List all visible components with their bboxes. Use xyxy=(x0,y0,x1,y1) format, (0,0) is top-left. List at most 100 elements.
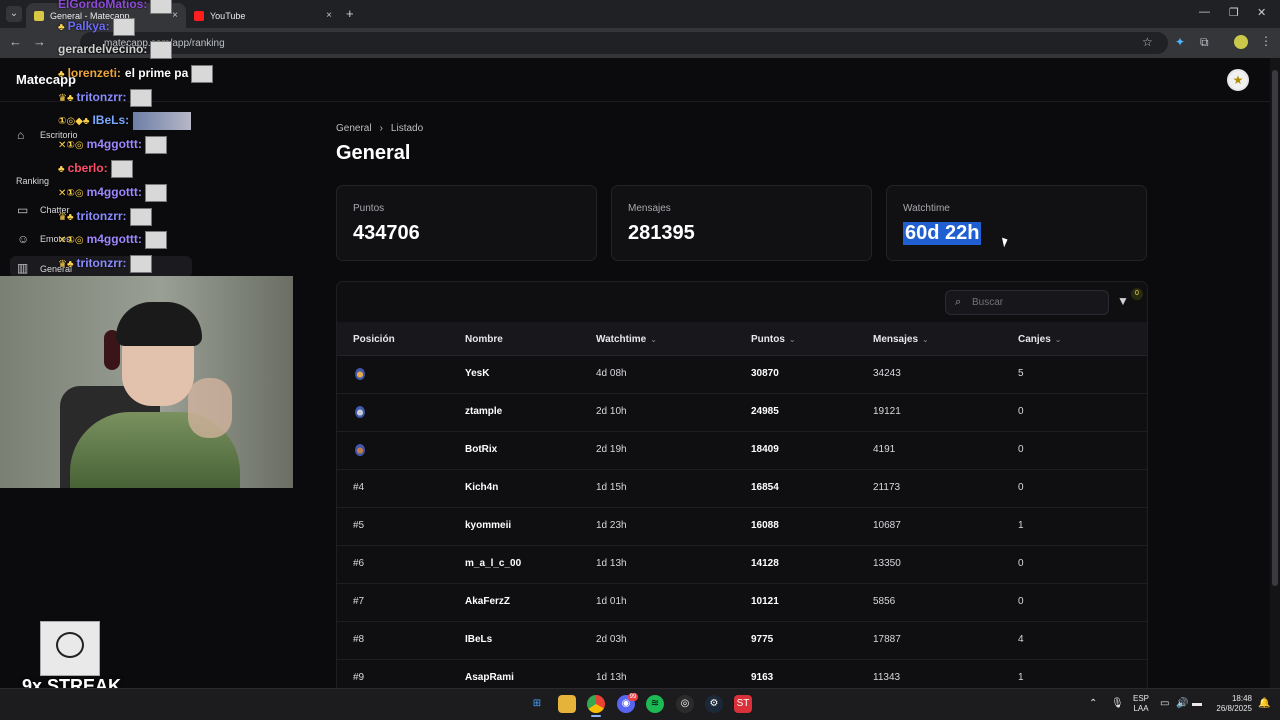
window-close-icon[interactable]: ✕ xyxy=(1257,6,1266,19)
close-tab-icon[interactable]: × xyxy=(326,10,332,21)
restore-icon[interactable]: ❐ xyxy=(1229,6,1239,19)
table-row[interactable]: #6 m_a_l_c_00 1d 13h 14128 13350 0 xyxy=(337,546,1147,584)
tab-title: YouTube xyxy=(210,10,246,21)
chat-emote-icon xyxy=(144,231,167,249)
cell-watchtime: 2d 03h xyxy=(596,634,627,645)
cell-pos: #9 xyxy=(353,672,365,683)
cell-name: IBeLs xyxy=(465,634,493,645)
breadcrumb-general[interactable]: General xyxy=(336,123,372,134)
tray-chevron-icon[interactable]: ⌃ xyxy=(1089,698,1097,709)
chat-message: ♣ lorenzeti: el prime pa xyxy=(58,65,214,83)
extensions-puzzle-icon[interactable]: ⧉ xyxy=(1200,35,1209,50)
column-header-puntos[interactable]: Puntos ⌄ xyxy=(751,334,796,345)
chrome-icon[interactable] xyxy=(587,695,605,713)
search-input[interactable] xyxy=(972,297,1102,308)
chat-emote-icon xyxy=(129,89,152,107)
chat-username: IBeLs xyxy=(92,113,126,128)
cell-points: 24985 xyxy=(751,406,779,417)
cell-name: Kich4n xyxy=(465,482,499,493)
sort-chevron-icon[interactable]: ⌄ xyxy=(922,335,929,344)
cell-redeems: 0 xyxy=(1018,482,1024,493)
cell-redeems: 1 xyxy=(1018,672,1024,683)
windows-start-icon[interactable]: ⊞ xyxy=(528,695,546,713)
chat-username: m4ggottt xyxy=(86,185,138,200)
tab-search-button[interactable]: ⌄ xyxy=(6,6,22,22)
chat-message: ♣ Palkya: xyxy=(58,18,135,36)
cell-pos: #7 xyxy=(353,596,365,607)
language-code: ESP xyxy=(1133,694,1150,703)
sort-chevron-icon[interactable]: ⌄ xyxy=(789,335,796,344)
column-header-mensajes[interactable]: Mensajes ⌄ xyxy=(873,334,929,345)
battery-icon[interactable]: ▬ xyxy=(1192,698,1202,709)
extension-icon[interactable]: ✦ xyxy=(1175,35,1185,49)
minimize-icon[interactable]: — xyxy=(1199,6,1210,18)
column-header-label: Mensajes xyxy=(873,334,919,345)
chat-username: m4ggottt xyxy=(86,137,138,152)
bookmark-star-icon[interactable]: ☆ xyxy=(1142,35,1153,49)
column-header-watchtime[interactable]: Watchtime ⌄ xyxy=(596,334,657,345)
chat-message: ♛♣ tritonzrr: xyxy=(58,208,152,226)
cell-redeems: 4 xyxy=(1018,634,1024,645)
browser-tab-youtube[interactable]: YouTube × xyxy=(186,3,340,28)
table-row[interactable]: BotRix 2d 19h 18409 4191 0 xyxy=(337,432,1147,470)
sort-chevron-icon[interactable]: ⌄ xyxy=(1055,335,1062,344)
back-icon[interactable]: ← xyxy=(9,34,22,49)
cell-redeems: 0 xyxy=(1018,558,1024,569)
cell-redeems: 5 xyxy=(1018,368,1024,379)
profile-avatar[interactable] xyxy=(1234,35,1248,49)
address-bar[interactable] xyxy=(80,32,1168,54)
user-avatar[interactable]: ★ xyxy=(1227,69,1249,91)
volume-icon[interactable]: 🔊 xyxy=(1176,698,1188,709)
cell-points: 14128 xyxy=(751,558,779,569)
cell-points: 10121 xyxy=(751,596,779,607)
stat-value: 281395 xyxy=(628,222,695,244)
chat-message: ①◎◆♣ IBeLs: xyxy=(58,112,192,130)
file-explorer-icon[interactable] xyxy=(558,695,576,713)
close-tab-icon[interactable]: × xyxy=(172,10,178,21)
app-st-icon[interactable]: ST xyxy=(734,695,752,713)
cell-watchtime: 1d 15h xyxy=(596,482,627,493)
cell-watchtime: 1d 23h xyxy=(596,520,627,531)
search-box[interactable]: ⌕ xyxy=(945,290,1109,315)
cell-messages: 13350 xyxy=(873,558,901,569)
chat-colon: : xyxy=(137,185,142,200)
obs-icon[interactable]: ◎ xyxy=(676,695,694,713)
display-icon[interactable]: ▭ xyxy=(1160,698,1169,709)
taskbar-clock[interactable]: 18:48 26/8/2025 xyxy=(1212,694,1252,714)
microphone-icon[interactable]: 🎙 xyxy=(1111,698,1124,709)
column-header-canjes[interactable]: Canjes ⌄ xyxy=(1018,334,1062,345)
cell-messages: 10687 xyxy=(873,520,901,531)
windows-taskbar xyxy=(0,688,1280,720)
new-tab-button[interactable]: + xyxy=(346,6,354,21)
column-header-label: Nombre xyxy=(465,334,503,345)
table-row[interactable]: #8 IBeLs 2d 03h 9775 17887 4 xyxy=(337,622,1147,660)
language-indicator[interactable]: ESP LAA xyxy=(1133,694,1149,714)
cell-messages: 34243 xyxy=(873,368,901,379)
table-row[interactable]: YesK 4d 08h 30870 34243 5 xyxy=(337,356,1147,394)
cell-name: ztample xyxy=(465,406,503,417)
table-row[interactable]: ztample 2d 10h 24985 19121 0 xyxy=(337,394,1147,432)
stat-label: Watchtime xyxy=(903,203,950,214)
sort-chevron-icon[interactable]: ⌄ xyxy=(650,335,657,344)
clock-date: 26/8/2025 xyxy=(1216,704,1252,713)
home-icon: ⌂ xyxy=(17,128,25,142)
table-row[interactable]: #5 kyommeii 1d 23h 16088 10687 1 xyxy=(337,508,1147,546)
spotify-icon[interactable]: ≋ xyxy=(646,695,664,713)
notification-icon[interactable]: 🔔 xyxy=(1258,698,1270,709)
steam-icon[interactable]: ⚙ xyxy=(705,695,723,713)
chat-badges-icon: ✕①◎ xyxy=(58,188,84,200)
youtube-favicon-icon xyxy=(194,10,204,21)
page-scrollbar-thumb[interactable] xyxy=(1272,70,1278,586)
cell-watchtime: 1d 13h xyxy=(596,558,627,569)
table-row[interactable]: #4 Kich4n 1d 15h 16854 21173 0 xyxy=(337,470,1147,508)
chat-badges-icon: ♛♣ xyxy=(58,93,74,105)
column-header-label: Watchtime xyxy=(596,334,647,345)
browser-menu-icon[interactable]: ⋮ xyxy=(1260,34,1272,48)
table-row[interactable]: #7 AkaFerzZ 1d 01h 10121 5856 0 xyxy=(337,584,1147,622)
forward-icon[interactable]: → xyxy=(33,34,46,49)
ranking-table: ⌕ ▼ 0 YesK 4d 08h 30870 34243 5 ztample 2d 10h… xyxy=(336,281,1148,701)
filter-icon[interactable]: ▼ xyxy=(1117,294,1129,308)
cell-points: 16088 xyxy=(751,520,779,531)
cell-pos: #5 xyxy=(353,520,365,531)
bronze-medal-icon xyxy=(355,444,365,456)
